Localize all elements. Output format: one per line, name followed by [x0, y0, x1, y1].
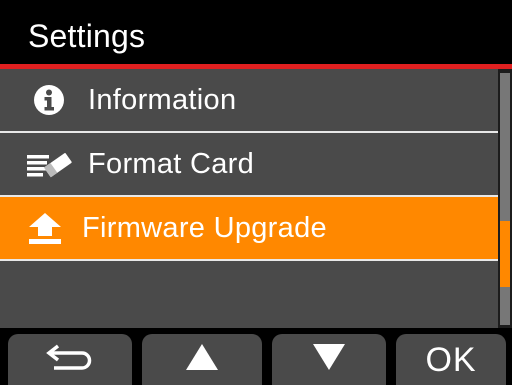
info-icon [24, 83, 74, 117]
back-button[interactable] [8, 334, 132, 385]
menu-item-label: Information [88, 84, 237, 116]
menu-item-label: Firmware Upgrade [82, 212, 327, 244]
menu-item-format-card[interactable]: Format Card [0, 133, 498, 197]
softkey-bar: OK [0, 328, 512, 385]
menu-item-label: Format Card [88, 148, 255, 180]
up-triangle-icon [184, 342, 220, 377]
menu-item-information[interactable]: Information [0, 69, 498, 133]
ok-button[interactable]: OK [396, 334, 506, 385]
settings-menu: Information Format Card Firmware Upgrade [0, 69, 498, 328]
page-title: Settings [28, 18, 146, 54]
menu-divider [0, 259, 498, 261]
menu-item-firmware-upgrade[interactable]: Firmware Upgrade [0, 197, 498, 261]
ok-label: OK [425, 340, 477, 379]
format-card-icon [24, 147, 74, 181]
scrollbar-thumb[interactable] [500, 221, 510, 287]
scrollbar[interactable] [498, 69, 512, 328]
back-arrow-icon [46, 342, 94, 377]
upload-icon [20, 211, 70, 245]
down-triangle-icon [311, 342, 347, 377]
scrollbar-track [500, 73, 510, 325]
up-button[interactable] [142, 334, 262, 385]
header-bar: Settings [0, 0, 512, 69]
down-button[interactable] [272, 334, 386, 385]
